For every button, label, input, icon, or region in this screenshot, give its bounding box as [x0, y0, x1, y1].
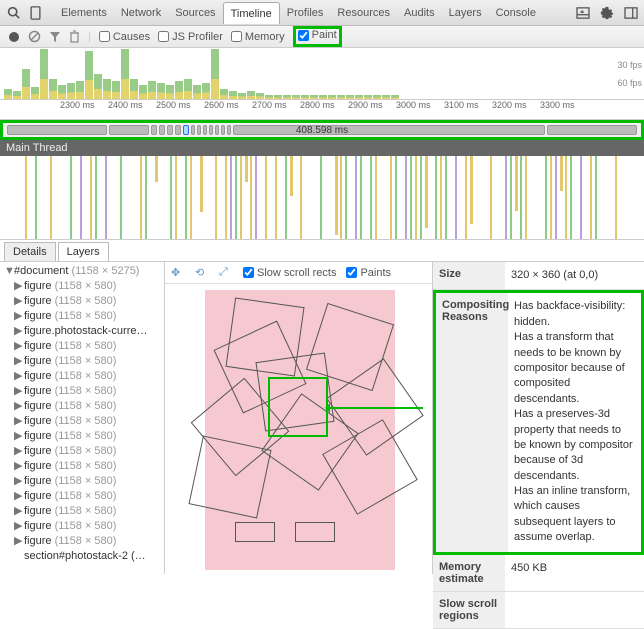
subtab-details[interactable]: Details [4, 242, 56, 261]
panel-tabs: Elements Network Sources Timeline Profil… [54, 2, 543, 24]
main-thread-header: Main Thread [0, 140, 644, 156]
tree-row[interactable]: ▶figure (1158 × 580) [0, 474, 164, 489]
prop-memory-value: 450 KB [505, 555, 644, 591]
selected-layer-highlight [268, 377, 328, 437]
ruler-tick: 3300 ms [540, 100, 588, 119]
device-icon[interactable] [28, 6, 42, 20]
memory-checkbox[interactable]: Memory [231, 31, 285, 43]
canvas-toolbar: ✥ ⟲ ⤢ Slow scroll rects Paints [165, 262, 432, 284]
tree-row[interactable]: ▶figure (1158 × 580) [0, 354, 164, 369]
prop-reasons-value: Has backface-visibility: hidden.Has a tr… [508, 293, 641, 551]
paint-highlight: Paint [293, 26, 342, 47]
prop-slow-value [505, 592, 644, 628]
rotate-icon[interactable]: ⟲ [195, 266, 209, 279]
layer-props: Size 320 × 360 (at 0,0) Compositing Reas… [432, 262, 644, 574]
flame-chart[interactable] [0, 156, 644, 240]
record-icon[interactable] [8, 31, 20, 43]
prop-slow-scroll: Slow scroll regions [433, 592, 644, 629]
ruler-tick: 2400 ms [108, 100, 156, 119]
prop-compositing-reasons: Compositing Reasons Has backface-visibil… [433, 290, 644, 554]
tree-row[interactable]: ▶figure (1158 × 580) [0, 519, 164, 534]
fps60-label: 60 fps [617, 78, 642, 88]
layer-tree[interactable]: ▼#document (1158 × 5275)▶figure (1158 × … [0, 262, 165, 574]
paints-label: Paints [360, 267, 391, 279]
tab-layers[interactable]: Layers [442, 2, 489, 24]
timeline-toolbar: | Causes JS Profiler Memory Paint [0, 26, 644, 48]
tree-row[interactable]: ▶figure (1158 × 580) [0, 384, 164, 399]
drawer-icon[interactable] [576, 6, 590, 20]
memory-label: Memory [245, 31, 285, 43]
tree-row[interactable]: section#photostack-2 (… [0, 549, 164, 564]
tab-timeline[interactable]: Timeline [223, 2, 280, 24]
filter-icon[interactable] [49, 31, 61, 43]
tree-row[interactable]: ▶figure (1158 × 580) [0, 504, 164, 519]
prop-memory-label: Memory estimate [433, 555, 505, 591]
tab-elements[interactable]: Elements [54, 2, 114, 24]
tab-resources[interactable]: Resources [330, 2, 397, 24]
move-icon[interactable]: ✥ [171, 266, 185, 279]
slow-rects-label: Slow scroll rects [257, 267, 336, 279]
paint-checkbox[interactable]: Paint [298, 29, 337, 41]
fps30-label: 30 fps [617, 60, 642, 70]
tree-row[interactable]: ▶figure (1158 × 580) [0, 339, 164, 354]
tree-row[interactable]: ▶figure.photostack-curre… [0, 324, 164, 339]
subtab-layers[interactable]: Layers [58, 242, 109, 261]
tree-row[interactable]: ▶figure (1158 × 580) [0, 369, 164, 384]
tab-audits[interactable]: Audits [397, 2, 442, 24]
overview-strip[interactable]: 408.598 ms [0, 120, 644, 140]
prop-reasons-label: Compositing Reasons [436, 293, 508, 551]
prop-slow-label: Slow scroll regions [433, 592, 505, 628]
tree-row[interactable]: ▶figure (1158 × 580) [0, 444, 164, 459]
tree-row[interactable]: ▶figure (1158 × 580) [0, 309, 164, 324]
tree-row[interactable]: ▶figure (1158 × 580) [0, 489, 164, 504]
paints-checkbox[interactable]: Paints [346, 267, 391, 279]
prop-size-value: 320 × 360 (at 0,0) [505, 262, 644, 289]
prop-memory: Memory estimate 450 KB [433, 555, 644, 592]
layer-canvas[interactable]: ✥ ⟲ ⤢ Slow scroll rects Paints [165, 262, 432, 574]
dock-icon[interactable] [624, 6, 638, 20]
ruler-tick: 2600 ms [204, 100, 252, 119]
tab-console[interactable]: Console [489, 2, 543, 24]
ruler-tick: 2300 ms [60, 100, 108, 119]
tree-row[interactable]: ▶figure (1158 × 580) [0, 534, 164, 549]
overview-time: 408.598 ms [296, 125, 348, 136]
tree-row[interactable]: ▶figure (1158 × 580) [0, 429, 164, 444]
slow-rects-checkbox[interactable]: Slow scroll rects [243, 267, 336, 279]
tree-row[interactable]: ▶figure (1158 × 580) [0, 294, 164, 309]
ruler-tick: 2800 ms [300, 100, 348, 119]
tree-row[interactable]: ▶figure (1158 × 580) [0, 459, 164, 474]
tree-row[interactable]: ▶figure (1158 × 580) [0, 279, 164, 294]
fps-bars [0, 47, 614, 99]
paint-label: Paint [312, 29, 337, 41]
highlight-arrow [328, 407, 423, 409]
tree-row[interactable]: ▶figure (1158 × 580) [0, 399, 164, 414]
gear-icon[interactable] [600, 6, 614, 20]
tab-sources[interactable]: Sources [168, 2, 222, 24]
layers-panel: ▼#document (1158 × 5275)▶figure (1158 × … [0, 262, 644, 574]
bottom-subtabs: Details Layers [0, 240, 644, 262]
gc-icon[interactable] [69, 30, 80, 43]
reset-icon[interactable]: ⤢ [219, 266, 233, 279]
causes-label: Causes [113, 31, 150, 43]
causes-checkbox[interactable]: Causes [99, 31, 150, 43]
jsprofiler-label: JS Profiler [172, 31, 223, 43]
ruler-tick: 3200 ms [492, 100, 540, 119]
ruler-tick: 3100 ms [444, 100, 492, 119]
prop-size-label: Size [433, 262, 505, 289]
devtools-topbar: Elements Network Sources Timeline Profil… [0, 0, 644, 26]
jsprofiler-checkbox[interactable]: JS Profiler [158, 31, 223, 43]
fps-overview[interactable]: 30 fps 60 fps [0, 48, 644, 100]
tab-profiles[interactable]: Profiles [280, 2, 331, 24]
tree-row[interactable]: ▶figure (1158 × 580) [0, 414, 164, 429]
ruler-tick: 2700 ms [252, 100, 300, 119]
prop-size: Size 320 × 360 (at 0,0) [433, 262, 644, 290]
clear-icon[interactable] [28, 30, 41, 43]
time-ruler[interactable]: 2300 ms 2400 ms 2500 ms 2600 ms 2700 ms … [0, 100, 644, 120]
search-icon[interactable] [6, 6, 20, 20]
ruler-tick: 2900 ms [348, 100, 396, 119]
tree-row[interactable]: ▼#document (1158 × 5275) [0, 264, 164, 279]
tab-network[interactable]: Network [114, 2, 168, 24]
ruler-tick: 3000 ms [396, 100, 444, 119]
ruler-tick: 2500 ms [156, 100, 204, 119]
